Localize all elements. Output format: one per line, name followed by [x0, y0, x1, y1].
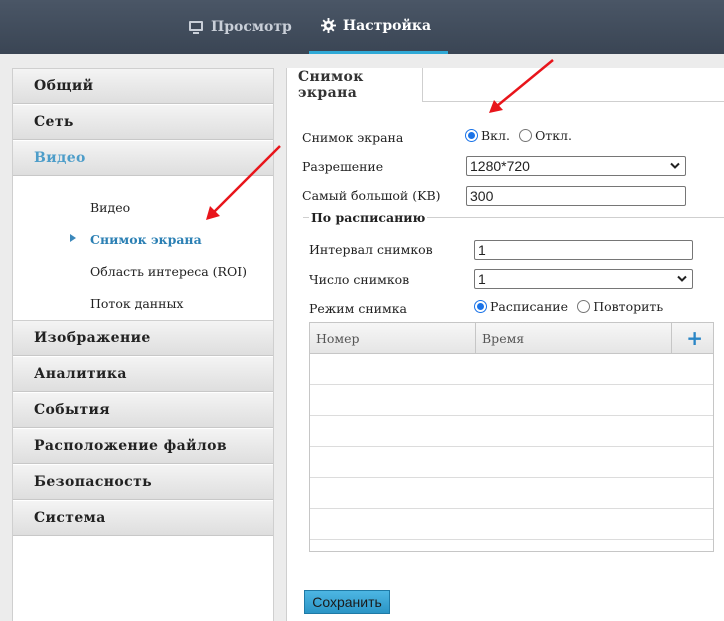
interval-input[interactable]: 1	[474, 240, 693, 260]
tab-settings[interactable]: Настройка	[308, 0, 449, 54]
submenu-item-label: Поток данных	[90, 295, 184, 311]
submenu-item-label: Снимок экрана	[90, 231, 202, 247]
sidebar-item-label: Видео	[34, 150, 86, 166]
column-time: Время	[476, 323, 672, 353]
interval-value: 1	[478, 242, 486, 258]
submenu-item-video[interactable]: Видео	[13, 191, 273, 223]
schedule-legend: По расписанию	[309, 210, 428, 225]
monitor-icon	[188, 20, 204, 35]
table-row	[310, 478, 713, 509]
mode-repeat-label: Повторить	[593, 299, 664, 314]
submenu-item-snapshot[interactable]: Снимок экрана	[13, 223, 273, 255]
sidebar-item-label: Общий	[34, 78, 94, 94]
top-nav: Просмотр Настройка	[176, 0, 449, 54]
mode-repeat-radio[interactable]	[577, 300, 591, 313]
chevron-down-icon	[677, 275, 687, 282]
count-label: Число снимков	[309, 272, 410, 287]
sidebar-item-label: Безопасность	[34, 474, 153, 490]
sidebar-item-network[interactable]: Сеть	[13, 105, 273, 140]
mode-label: Режим снимка	[309, 301, 407, 316]
tab-preview[interactable]: Просмотр	[176, 0, 309, 54]
sidebar-item-security[interactable]: Безопасность	[13, 465, 273, 500]
table-row	[310, 354, 713, 385]
sidebar-item-label: Система	[34, 510, 106, 526]
table-row	[310, 385, 713, 416]
resolution-select[interactable]: 1280*720	[466, 156, 686, 176]
sidebar-item-label: Расположение файлов	[34, 438, 227, 454]
submenu-item-stream[interactable]: Поток данных	[13, 287, 273, 319]
tab-snapshot[interactable]: Снимок экрана	[287, 68, 423, 102]
submenu-item-label: Видео	[90, 199, 131, 215]
table-row	[310, 416, 713, 447]
count-value: 1	[478, 271, 486, 287]
chevron-down-icon	[670, 162, 680, 169]
sidebar-item-label: События	[34, 402, 111, 418]
sidebar-item-image[interactable]: Изображение	[13, 321, 273, 356]
sidebar: Общий Сеть Видео Видео Снимок экрана Обл…	[12, 68, 274, 621]
tab-preview-label: Просмотр	[211, 19, 292, 35]
sidebar-item-general[interactable]: Общий	[13, 69, 273, 104]
snapshot-label: Снимок экрана	[302, 130, 404, 145]
snapshot-radio-group: Вкл. Откл.	[465, 128, 577, 144]
mode-radio-group: Расписание Повторить	[474, 299, 668, 315]
snapshot-off-label: Откл.	[535, 128, 572, 143]
caret-right-icon	[70, 234, 76, 242]
sidebar-item-system[interactable]: Система	[13, 501, 273, 536]
column-number: Номер	[310, 323, 476, 353]
table-row	[310, 509, 713, 540]
snapshot-off-radio[interactable]	[519, 129, 533, 142]
snapshot-on-label: Вкл.	[481, 128, 510, 143]
sidebar-item-analytics[interactable]: Аналитика	[13, 357, 273, 392]
resolution-label: Разрешение	[302, 159, 384, 174]
count-select[interactable]: 1	[474, 269, 693, 289]
sidebar-item-video[interactable]: Видео	[13, 141, 273, 176]
sidebar-item-label: Сеть	[34, 114, 74, 130]
interval-label: Интервал снимков	[309, 242, 433, 257]
resolution-value: 1280*720	[470, 158, 530, 174]
plus-icon[interactable]: +	[686, 328, 703, 348]
schedule-table: Номер Время +	[309, 322, 714, 552]
sidebar-item-file-location[interactable]: Расположение файлов	[13, 429, 273, 464]
tab-settings-label: Настройка	[342, 17, 432, 34]
max-size-value: 300	[470, 188, 494, 204]
video-submenu: Видео Снимок экрана Область интереса (RO…	[13, 177, 273, 321]
top-bar: Просмотр Настройка	[0, 0, 724, 54]
submenu-item-label: Область интереса (ROI)	[90, 263, 248, 279]
main-panel: Снимок экрана Снимок экрана Вкл. Откл. Р…	[286, 68, 724, 621]
sidebar-item-label: Аналитика	[34, 366, 127, 382]
max-size-label: Самый большой (KB)	[302, 188, 441, 203]
sidebar-item-label: Изображение	[34, 330, 151, 346]
mode-schedule-radio[interactable]	[474, 300, 487, 313]
save-button[interactable]: Сохранить	[304, 590, 390, 614]
gear-icon	[320, 18, 336, 33]
table-row	[310, 447, 713, 478]
mode-schedule-label: Расписание	[490, 299, 569, 314]
sidebar-item-events[interactable]: События	[13, 393, 273, 428]
max-size-input[interactable]: 300	[466, 186, 686, 206]
submenu-item-roi[interactable]: Область интереса (ROI)	[13, 255, 273, 287]
snapshot-on-radio[interactable]	[465, 129, 478, 142]
table-header: Номер Время +	[310, 323, 713, 354]
main-tab-bar: Снимок экрана	[287, 68, 724, 102]
